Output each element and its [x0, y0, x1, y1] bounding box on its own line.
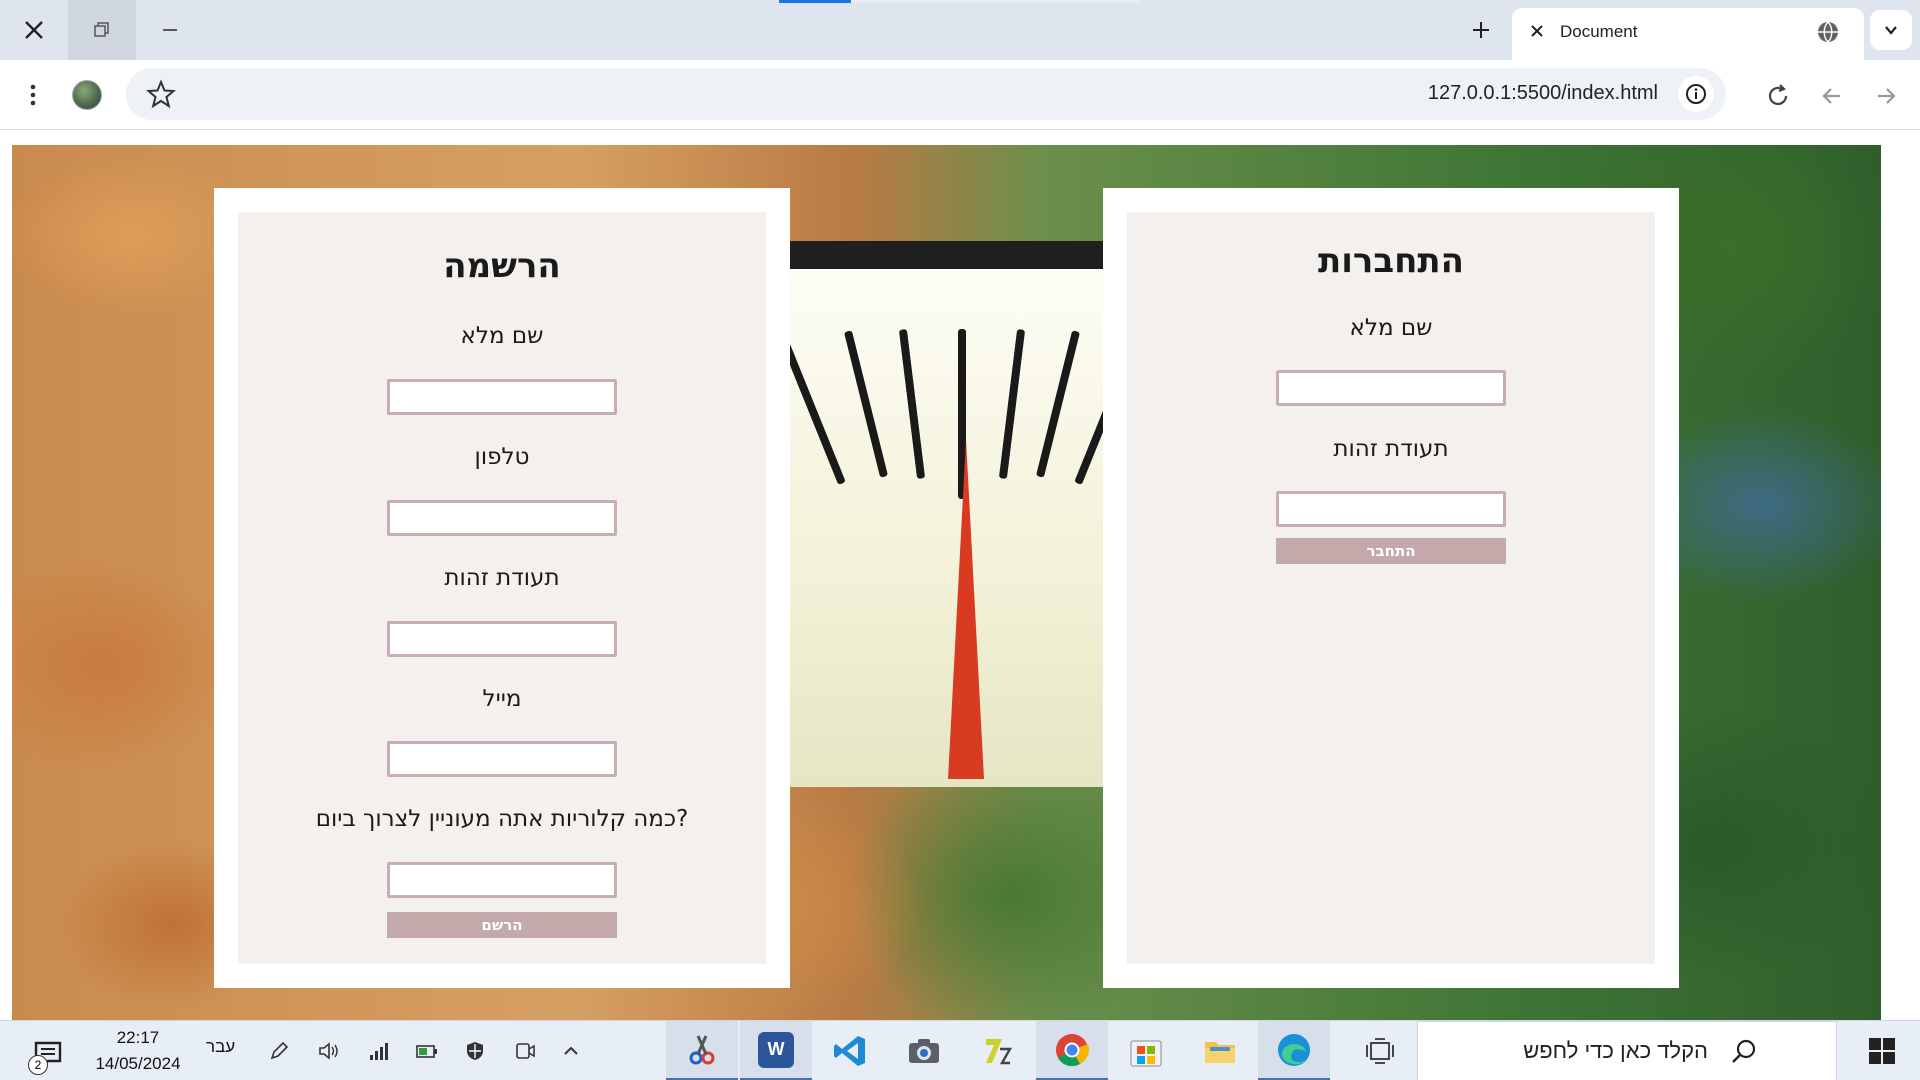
web-page: הרשמה שם מלא טלפון תעודת זהות מייל ?כמה … — [0, 131, 1920, 1020]
notification-count-badge: 2 — [28, 1055, 48, 1075]
chrome-icon — [1056, 1033, 1090, 1066]
taskbar-app-vscode[interactable] — [814, 1021, 886, 1080]
register-calories-label: ?כמה קלוריות אתה מעוניין לצרוך ביום — [315, 806, 689, 832]
taskbar-app-file-explorer[interactable] — [1184, 1021, 1256, 1080]
taskbar-app-chrome[interactable] — [1036, 1021, 1108, 1080]
more-vert-icon — [30, 84, 36, 106]
window-restore-button[interactable] — [68, 0, 136, 60]
browser-menu-button[interactable] — [20, 78, 46, 112]
network-signal-icon[interactable] — [366, 1038, 392, 1064]
window-close-button[interactable] — [14, 12, 54, 48]
login-form: התחברות שם מלא תעודת זהות התחבר — [1127, 212, 1655, 964]
scale-tick — [998, 329, 1026, 479]
taskbar-app-store[interactable] — [1110, 1021, 1182, 1080]
taskbar-app-camera[interactable] — [888, 1021, 960, 1080]
meet-now-icon[interactable] — [512, 1038, 538, 1064]
search-placeholder: הקלד כאן כדי לחפש — [1523, 1038, 1708, 1063]
edge-icon — [1278, 1033, 1310, 1066]
clock-date: 14/05/2024 — [95, 1054, 181, 1073]
input-language-indicator[interactable]: עבר — [206, 1037, 235, 1057]
bookmark-star-icon[interactable] — [146, 79, 176, 109]
folder-icon — [1205, 1042, 1235, 1063]
register-phone-label: טלפון — [474, 444, 530, 470]
register-panel: הרשמה שם מלא טלפון תעודת זהות מייל ?כמה … — [214, 188, 790, 988]
search-icon — [1732, 1039, 1756, 1063]
minimize-icon — [163, 29, 177, 31]
register-heading: הרשמה — [443, 246, 561, 286]
login-submit-button[interactable]: התחבר — [1276, 538, 1506, 564]
plus-icon — [1473, 22, 1489, 38]
browser-tab-strip: Document — [0, 0, 1920, 60]
camera-icon — [909, 1039, 939, 1063]
login-id-input[interactable] — [1276, 491, 1506, 527]
register-full-name-input[interactable] — [387, 379, 617, 415]
taskbar-app-7zip[interactable] — [962, 1021, 1034, 1080]
scale-tick — [898, 329, 926, 479]
snipping-tool-icon — [689, 1034, 715, 1064]
word-icon: W — [758, 1031, 794, 1068]
window-minimize-button[interactable] — [150, 12, 190, 48]
login-full-name-label: שם מלא — [1349, 315, 1433, 341]
taskbar-app-edge[interactable] — [1258, 1021, 1330, 1080]
vscode-icon — [834, 1036, 865, 1066]
register-calories-input[interactable] — [387, 862, 617, 898]
register-email-label: מייל — [482, 686, 522, 712]
login-full-name-input[interactable] — [1276, 370, 1506, 406]
taskbar: 2 22:17 14/05/2024 עבר W הקלד כאן כדי לח… — [0, 1020, 1920, 1080]
info-icon — [1686, 84, 1706, 104]
taskbar-search-box[interactable]: הקלד כאן כדי לחפש — [1417, 1021, 1837, 1080]
scale-illustration — [772, 241, 1152, 787]
tab-search-button[interactable] — [1870, 10, 1912, 50]
browser-toolbar: 127.0.0.1:5500/index.html — [0, 60, 1920, 130]
7zip-icon — [986, 1039, 1013, 1065]
register-email-input[interactable] — [387, 741, 617, 777]
tab-loading-track — [851, 0, 1141, 3]
store-icon — [1130, 1040, 1162, 1067]
taskbar-app-snipping-tool[interactable] — [666, 1021, 738, 1080]
pen-icon[interactable] — [266, 1038, 292, 1064]
tab-title: Document — [1560, 22, 1638, 41]
register-phone-input[interactable] — [387, 500, 617, 536]
clock-time: 22:17 — [116, 1028, 160, 1047]
profile-avatar[interactable] — [72, 80, 102, 110]
register-id-input[interactable] — [387, 621, 617, 657]
scale-needle — [948, 439, 984, 779]
battery-icon[interactable] — [414, 1038, 440, 1064]
scale-tick — [843, 330, 889, 478]
globe-icon — [1818, 21, 1838, 43]
tab-document[interactable]: Document — [1512, 8, 1864, 60]
site-info-button[interactable] — [1678, 76, 1714, 112]
url-text[interactable]: 127.0.0.1:5500/index.html — [1428, 82, 1658, 105]
address-bar[interactable]: 127.0.0.1:5500/index.html — [126, 68, 1726, 120]
login-panel: התחברות שם מלא תעודת זהות התחבר — [1103, 188, 1679, 988]
windows-start-icon[interactable] — [1868, 1037, 1896, 1065]
new-tab-button[interactable] — [1462, 12, 1500, 48]
close-icon — [1531, 25, 1543, 37]
register-submit-button[interactable]: הרשם — [387, 912, 617, 938]
chevron-up-icon[interactable] — [558, 1038, 584, 1064]
taskbar-app-word[interactable]: W — [740, 1021, 812, 1080]
security-shield-icon[interactable] — [462, 1038, 488, 1064]
system-clock[interactable]: 22:17 14/05/2024 — [84, 1025, 192, 1077]
scale-tick — [1035, 330, 1081, 478]
volume-icon[interactable] — [316, 1038, 342, 1064]
register-id-label: תעודת זהות — [444, 565, 560, 591]
forward-arrow-icon[interactable] — [1870, 80, 1902, 112]
chevron-down-icon — [1885, 26, 1897, 35]
back-arrow-icon[interactable] — [1816, 80, 1848, 112]
close-icon — [25, 21, 43, 39]
restore-icon — [94, 22, 109, 37]
login-heading: התחברות — [1317, 241, 1465, 281]
tab-loading-indicator — [779, 0, 851, 3]
task-view-icon — [1366, 1038, 1394, 1064]
register-form: הרשמה שם מלא טלפון תעודת זהות מייל ?כמה … — [238, 212, 766, 964]
login-id-label: תעודת זהות — [1333, 436, 1449, 462]
tab-close-button[interactable] — [1530, 22, 1544, 43]
register-full-name-label: שם מלא — [460, 323, 544, 349]
reload-icon[interactable] — [1762, 80, 1794, 112]
taskbar-task-view[interactable] — [1344, 1021, 1416, 1080]
scale-tick — [782, 342, 846, 486]
